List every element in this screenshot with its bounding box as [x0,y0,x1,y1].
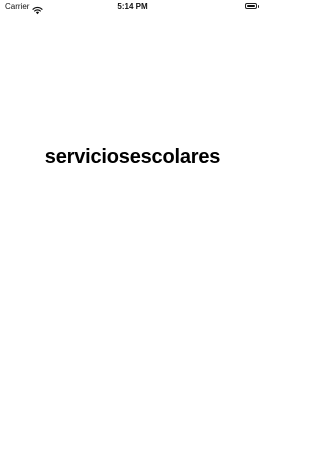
battery-icon [245,3,257,9]
status-time: 5:14 PM [117,2,148,11]
page-title: serviciosescolares [44,146,221,168]
status-bar: Carrier 5:14 PM [0,0,265,15]
app-screen: Carrier 5:14 PM serviciosescolares [0,0,265,471]
battery-tip [257,5,259,8]
battery-fill [247,5,255,7]
